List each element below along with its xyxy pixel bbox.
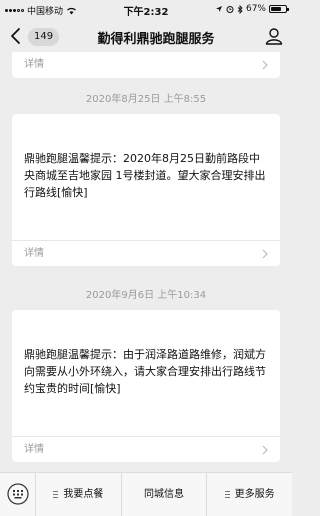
card-footer[interactable]: 详情 bbox=[12, 436, 280, 462]
page-title: 勤得利鼎驰跑腿服务 bbox=[97, 32, 215, 47]
chevron-right-icon bbox=[262, 445, 268, 455]
user-profile-icon[interactable] bbox=[264, 26, 284, 46]
message-body: 鼎驰跑腿温馨提示：2020年8月25日勤前路段中央商城至吉地家园 1号楼封道。望… bbox=[24, 152, 266, 199]
message-list[interactable]: 详情 2020年8月25日 上午8:55 鼎驰跑腿温馨提示：2020年8月25日… bbox=[0, 52, 292, 472]
menu-label: 更多服务 bbox=[234, 489, 275, 500]
menu-label: 同城信息 bbox=[144, 489, 184, 500]
location-icon bbox=[215, 6, 222, 12]
bluetooth-icon bbox=[237, 4, 243, 14]
card-footer[interactable]: 详情 bbox=[12, 240, 280, 266]
menu-label: 我要点餐 bbox=[63, 489, 104, 500]
status-bar: 中国移动 下午2:32 67% bbox=[0, 0, 292, 20]
details-link[interactable]: 详情 bbox=[24, 59, 44, 70]
menu-order-food[interactable]: 我要点餐 bbox=[36, 473, 122, 516]
message-body: 鼎驰跑腿温馨提示：由于润泽路道路维修，润斌方向需要从小外环绕入，请大家合理安排出… bbox=[24, 348, 266, 395]
message-card[interactable]: 详情 bbox=[12, 52, 280, 78]
chevron-right-icon bbox=[262, 249, 268, 259]
chevron-right-icon bbox=[262, 60, 268, 70]
menu-local-info[interactable]: 同城信息 bbox=[122, 473, 208, 516]
message-card[interactable]: 鼎驰跑腿温馨提示：由于润泽路道路维修，润斌方向需要从小外环绕入，请大家合理安排出… bbox=[12, 310, 280, 462]
menu-lines-icon bbox=[53, 491, 59, 498]
message-card[interactable]: 鼎驰跑腿温馨提示：2020年8月25日勤前路段中央商城至吉地家园 1号楼封道。望… bbox=[12, 114, 280, 266]
card-footer[interactable]: 详情 bbox=[12, 52, 280, 78]
nav-bar: 149 勤得利鼎驰跑腿服务 bbox=[0, 20, 292, 52]
message-timestamp: 2020年9月6日 上午10:34 bbox=[85, 290, 207, 301]
details-link[interactable]: 详情 bbox=[24, 248, 44, 259]
bottom-menu-bar: 我要点餐 同城信息 更多服务 bbox=[0, 472, 292, 516]
keyboard-toggle-button[interactable] bbox=[0, 473, 36, 516]
menu-lines-icon bbox=[224, 491, 231, 498]
menu-more-services[interactable]: 更多服务 bbox=[207, 473, 292, 516]
keyboard-icon bbox=[7, 483, 29, 505]
battery-percent: 67% bbox=[245, 4, 266, 14]
unread-count-badge[interactable]: 149 bbox=[28, 28, 60, 46]
back-icon[interactable] bbox=[8, 26, 24, 46]
status-right: 67% bbox=[215, 4, 289, 14]
details-link[interactable]: 详情 bbox=[24, 444, 44, 455]
battery-icon bbox=[269, 5, 289, 13]
message-timestamp: 2020年8月25日 上午8:55 bbox=[85, 94, 207, 105]
alarm-icon bbox=[226, 6, 234, 13]
